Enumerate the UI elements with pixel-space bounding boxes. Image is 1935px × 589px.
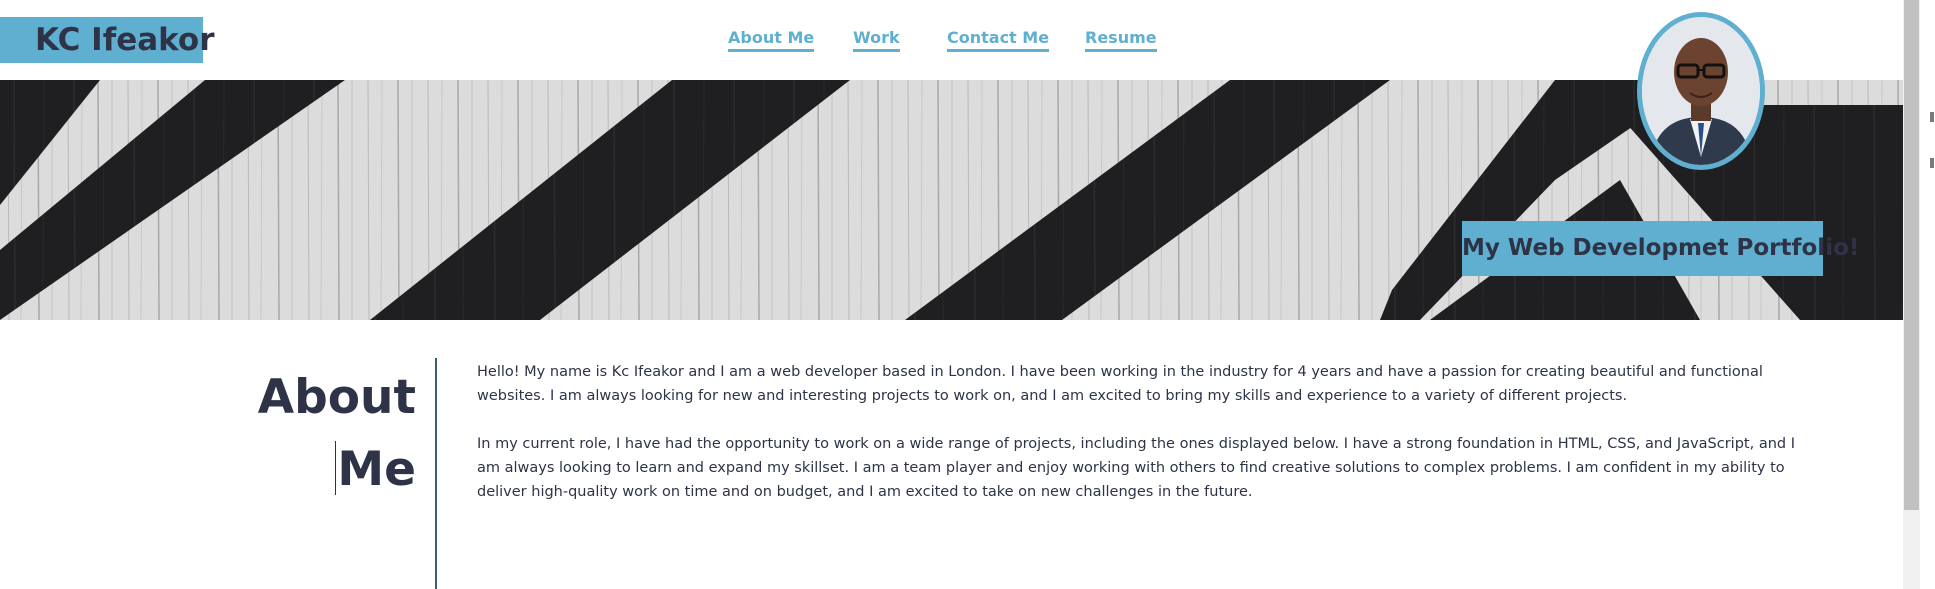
nav-link-resume[interactable]: Resume [1085, 28, 1157, 52]
nav-link-work[interactable]: Work [853, 28, 900, 52]
about-heading-line1: About [257, 370, 416, 425]
scroll-marker-icon [1930, 158, 1934, 168]
scroll-marker-icon [1930, 112, 1934, 122]
about-heading: About Me [240, 362, 416, 506]
profile-photo-avatar [1637, 12, 1765, 170]
about-text: Hello! My name is Kc Ifeakor and I am a … [477, 360, 1797, 528]
section-divider [435, 358, 437, 589]
about-paragraph-2: In my current role, I have had the oppor… [477, 436, 1795, 500]
site-header: KC Ifeakor About Me Work Contact Me Resu… [0, 0, 1903, 80]
person-photo-icon [1642, 17, 1760, 165]
about-paragraph-1: Hello! My name is Kc Ifeakor and I am a … [477, 364, 1763, 404]
page-scrollbar[interactable] [1903, 0, 1935, 589]
brand-logo[interactable]: KC Ifeakor [0, 17, 215, 63]
hero-banner: My Web Developmet Portfolio! [0, 80, 1903, 320]
striped-wood-background [0, 80, 1903, 320]
scrollbar-thumb[interactable] [1904, 0, 1919, 510]
nav-link-about[interactable]: About Me [728, 28, 815, 52]
scrollbar-gutter [1920, 0, 1935, 589]
about-heading-line2-wrapper: Me [240, 434, 416, 506]
nav-link-contact[interactable]: Contact Me [947, 28, 1050, 52]
about-heading-line2: Me [337, 442, 416, 497]
portfolio-tagline: My Web Developmet Portfolio! [1462, 221, 1859, 276]
